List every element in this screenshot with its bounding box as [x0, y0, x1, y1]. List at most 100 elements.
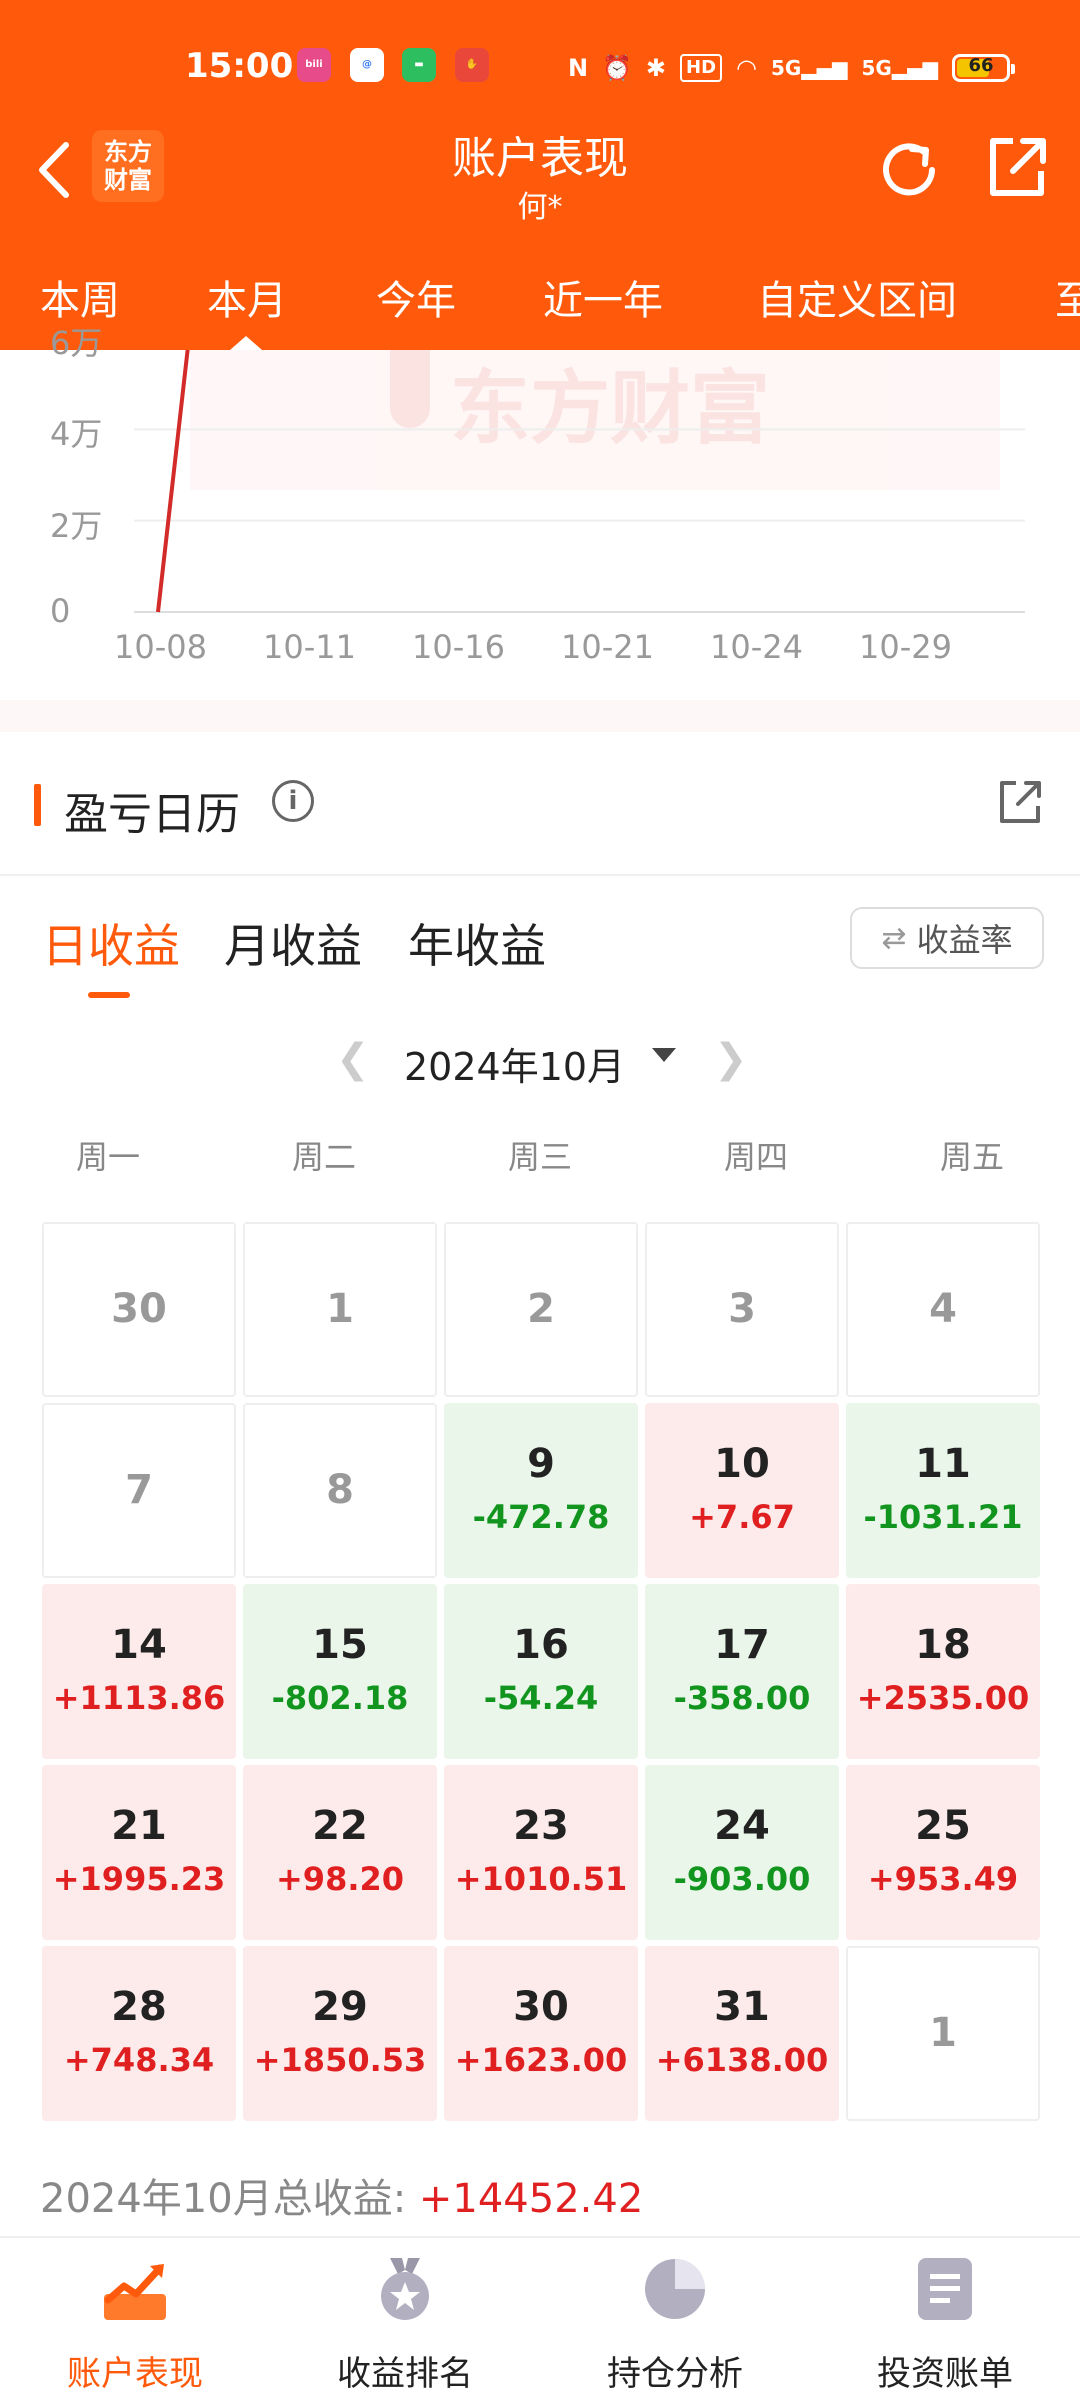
nav-investment-bill[interactable]: 投资账单	[810, 2238, 1080, 2402]
tab-more[interactable]: 至	[1055, 268, 1080, 326]
day-number: 23	[513, 1803, 569, 1849]
day-profit: -802.18	[271, 1679, 409, 1717]
prev-month-button[interactable]: ❮	[336, 1036, 370, 1082]
tab-yearly-profit[interactable]: 年收益	[408, 910, 546, 976]
tab-monthly-profit[interactable]: 月收益	[224, 910, 362, 976]
calendar-day-cell[interactable]: 30	[42, 1222, 236, 1397]
bilibili-app-icon: bili	[297, 48, 331, 82]
calendar-day-cell[interactable]: 9 -472.78	[444, 1403, 638, 1578]
calendar-day-cell[interactable]: 1	[243, 1222, 437, 1397]
hand-app-icon: ✋	[455, 48, 489, 82]
signal-5g-label-2: 5G	[861, 56, 892, 80]
day-profit: -54.24	[483, 1679, 599, 1717]
calendar-day-cell[interactable]: 14 +1113.86	[42, 1584, 236, 1759]
nav-account-performance[interactable]: 账户表现	[0, 2238, 270, 2402]
calendar-day-cell[interactable]: 10 +7.67	[645, 1403, 839, 1578]
info-icon[interactable]: i	[272, 780, 314, 822]
x-tick-label: 10-08	[114, 628, 207, 666]
calendar-day-cell[interactable]: 2	[444, 1222, 638, 1397]
refresh-button[interactable]	[874, 135, 944, 205]
calendar-day-cell[interactable]: 8	[243, 1403, 437, 1578]
calendar-day-cell[interactable]: 21 +1995.23	[42, 1765, 236, 1940]
calendar-day-cell[interactable]: 29 +1850.53	[243, 1946, 437, 2121]
calendar-share-button[interactable]	[996, 778, 1044, 826]
wifi-icon: ◠	[736, 54, 757, 82]
calendar-day-cell[interactable]: 15 -802.18	[243, 1584, 437, 1759]
share-button[interactable]	[985, 135, 1049, 199]
day-number: 30	[513, 1984, 569, 2030]
x-tick-label: 10-24	[710, 628, 803, 666]
share-icon	[1000, 781, 1041, 823]
calendar-day-cell[interactable]: 30 +1623.00	[444, 1946, 638, 2121]
battery-level: 66	[968, 55, 994, 76]
nav-profit-ranking[interactable]: 收益排名	[270, 2238, 540, 2402]
series-line	[156, 350, 190, 613]
day-number: 29	[312, 1984, 368, 2030]
next-month-button[interactable]: ❯	[714, 1036, 748, 1082]
alarm-icon: ⏰	[602, 54, 632, 82]
day-number: 18	[915, 1622, 971, 1668]
calendar-day-cell[interactable]: 22 +98.20	[243, 1765, 437, 1940]
bill-icon	[918, 2258, 972, 2320]
day-profit: +6138.00	[655, 2041, 829, 2079]
nav-label: 持仓分析	[607, 2354, 743, 2394]
day-profit: -358.00	[673, 1679, 811, 1717]
tab-month[interactable]: 本月	[207, 268, 287, 326]
status-bar: 15:00 bili @ ▬ ✋ N ⏰ ✱ HD ◠ 5G▂▄▆ 5G▂▄▆ …	[0, 40, 1080, 100]
hd-badge-icon: HD	[680, 54, 723, 82]
section-divider	[0, 700, 1080, 732]
calendar-day-cell[interactable]: 1	[846, 1946, 1040, 2121]
day-number: 7	[125, 1467, 153, 1513]
day-number: 4	[929, 1286, 957, 1332]
calendar-day-cell[interactable]: 25 +953.49	[846, 1765, 1040, 1940]
nav-holdings-analysis[interactable]: 持仓分析	[540, 2238, 810, 2402]
calendar-day-cell[interactable]: 23 +1010.51	[444, 1765, 638, 1940]
day-number: 24	[714, 1803, 770, 1849]
calendar-day-cell[interactable]: 24 -903.00	[645, 1765, 839, 1940]
calendar-day-cell[interactable]: 7	[42, 1403, 236, 1578]
battery-tip	[1011, 64, 1015, 74]
bottom-nav: 账户表现 收益排名 持仓分析 投资账单	[0, 2236, 1080, 2402]
day-profit: +1113.86	[52, 1679, 226, 1717]
medal-icon	[381, 2258, 429, 2320]
calendar-day-cell[interactable]: 18 +2535.00	[846, 1584, 1040, 1759]
day-profit: +1995.23	[52, 1860, 226, 1898]
tab-year[interactable]: 今年	[376, 268, 456, 326]
month-label[interactable]: 2024年10月	[404, 1036, 625, 1091]
signal-5g-icon: 5G▂▄▆	[771, 56, 848, 80]
day-number: 10	[714, 1441, 770, 1487]
app-header: 15:00 bili @ ▬ ✋ N ⏰ ✱ HD ◠ 5G▂▄▆ 5G▂▄▆ …	[0, 0, 1080, 350]
day-number: 22	[312, 1803, 368, 1849]
calendar-day-cell[interactable]: 11 -1031.21	[846, 1403, 1040, 1578]
calendar-day-cell[interactable]: 28 +748.34	[42, 1946, 236, 2121]
day-profit: -472.78	[472, 1498, 610, 1536]
tab-last-year[interactable]: 近一年	[543, 268, 663, 326]
dropdown-icon[interactable]	[652, 1048, 676, 1062]
calendar-day-cell[interactable]: 3	[645, 1222, 839, 1397]
calendar-day-cell[interactable]: 17 -358.00	[645, 1584, 839, 1759]
weekday-label: 周一	[75, 1138, 140, 1176]
calendar-day-cell[interactable]: 4	[846, 1222, 1040, 1397]
calendar-day-cell[interactable]: 16 -54.24	[444, 1584, 638, 1759]
y-tick-label: 2万	[50, 506, 103, 545]
profit-calendar-grid: 30 1 2 3 4 7 8 9 -472.78 10 +7.67 11 -1031.21 14 +1113…	[42, 1222, 1040, 2126]
tab-daily-profit[interactable]: 日收益	[42, 910, 180, 976]
calendar-day-cell[interactable]: 31 +6138.00	[645, 1946, 839, 2121]
refresh-icon	[883, 143, 935, 196]
day-number: 21	[111, 1803, 167, 1849]
x-tick-label: 10-21	[561, 628, 654, 666]
day-number: 3	[728, 1286, 756, 1332]
weekday-label: 周二	[291, 1138, 356, 1176]
calendar-section-header: 盈亏日历 i	[0, 752, 1080, 876]
share-icon	[990, 138, 1046, 196]
bluetooth-icon: ✱	[645, 54, 667, 82]
performance-chart[interactable]: 东方财富 6万 4万 2万 0 10-08 10-11 10-16 10-21 10-24 10…	[0, 324, 1080, 710]
signal-5g-label: 5G	[771, 56, 802, 80]
month-selector: ❮ 2024年10月 ❯	[0, 1030, 1080, 1090]
day-profit: -1031.21	[863, 1498, 1023, 1536]
toggle-rate-button[interactable]: ⇄ 收益率	[850, 907, 1044, 969]
day-profit: +7.67	[689, 1498, 795, 1536]
section-title: 盈亏日历	[64, 789, 240, 840]
day-number: 2	[527, 1286, 555, 1332]
tab-custom-range[interactable]: 自定义区间	[757, 268, 957, 326]
